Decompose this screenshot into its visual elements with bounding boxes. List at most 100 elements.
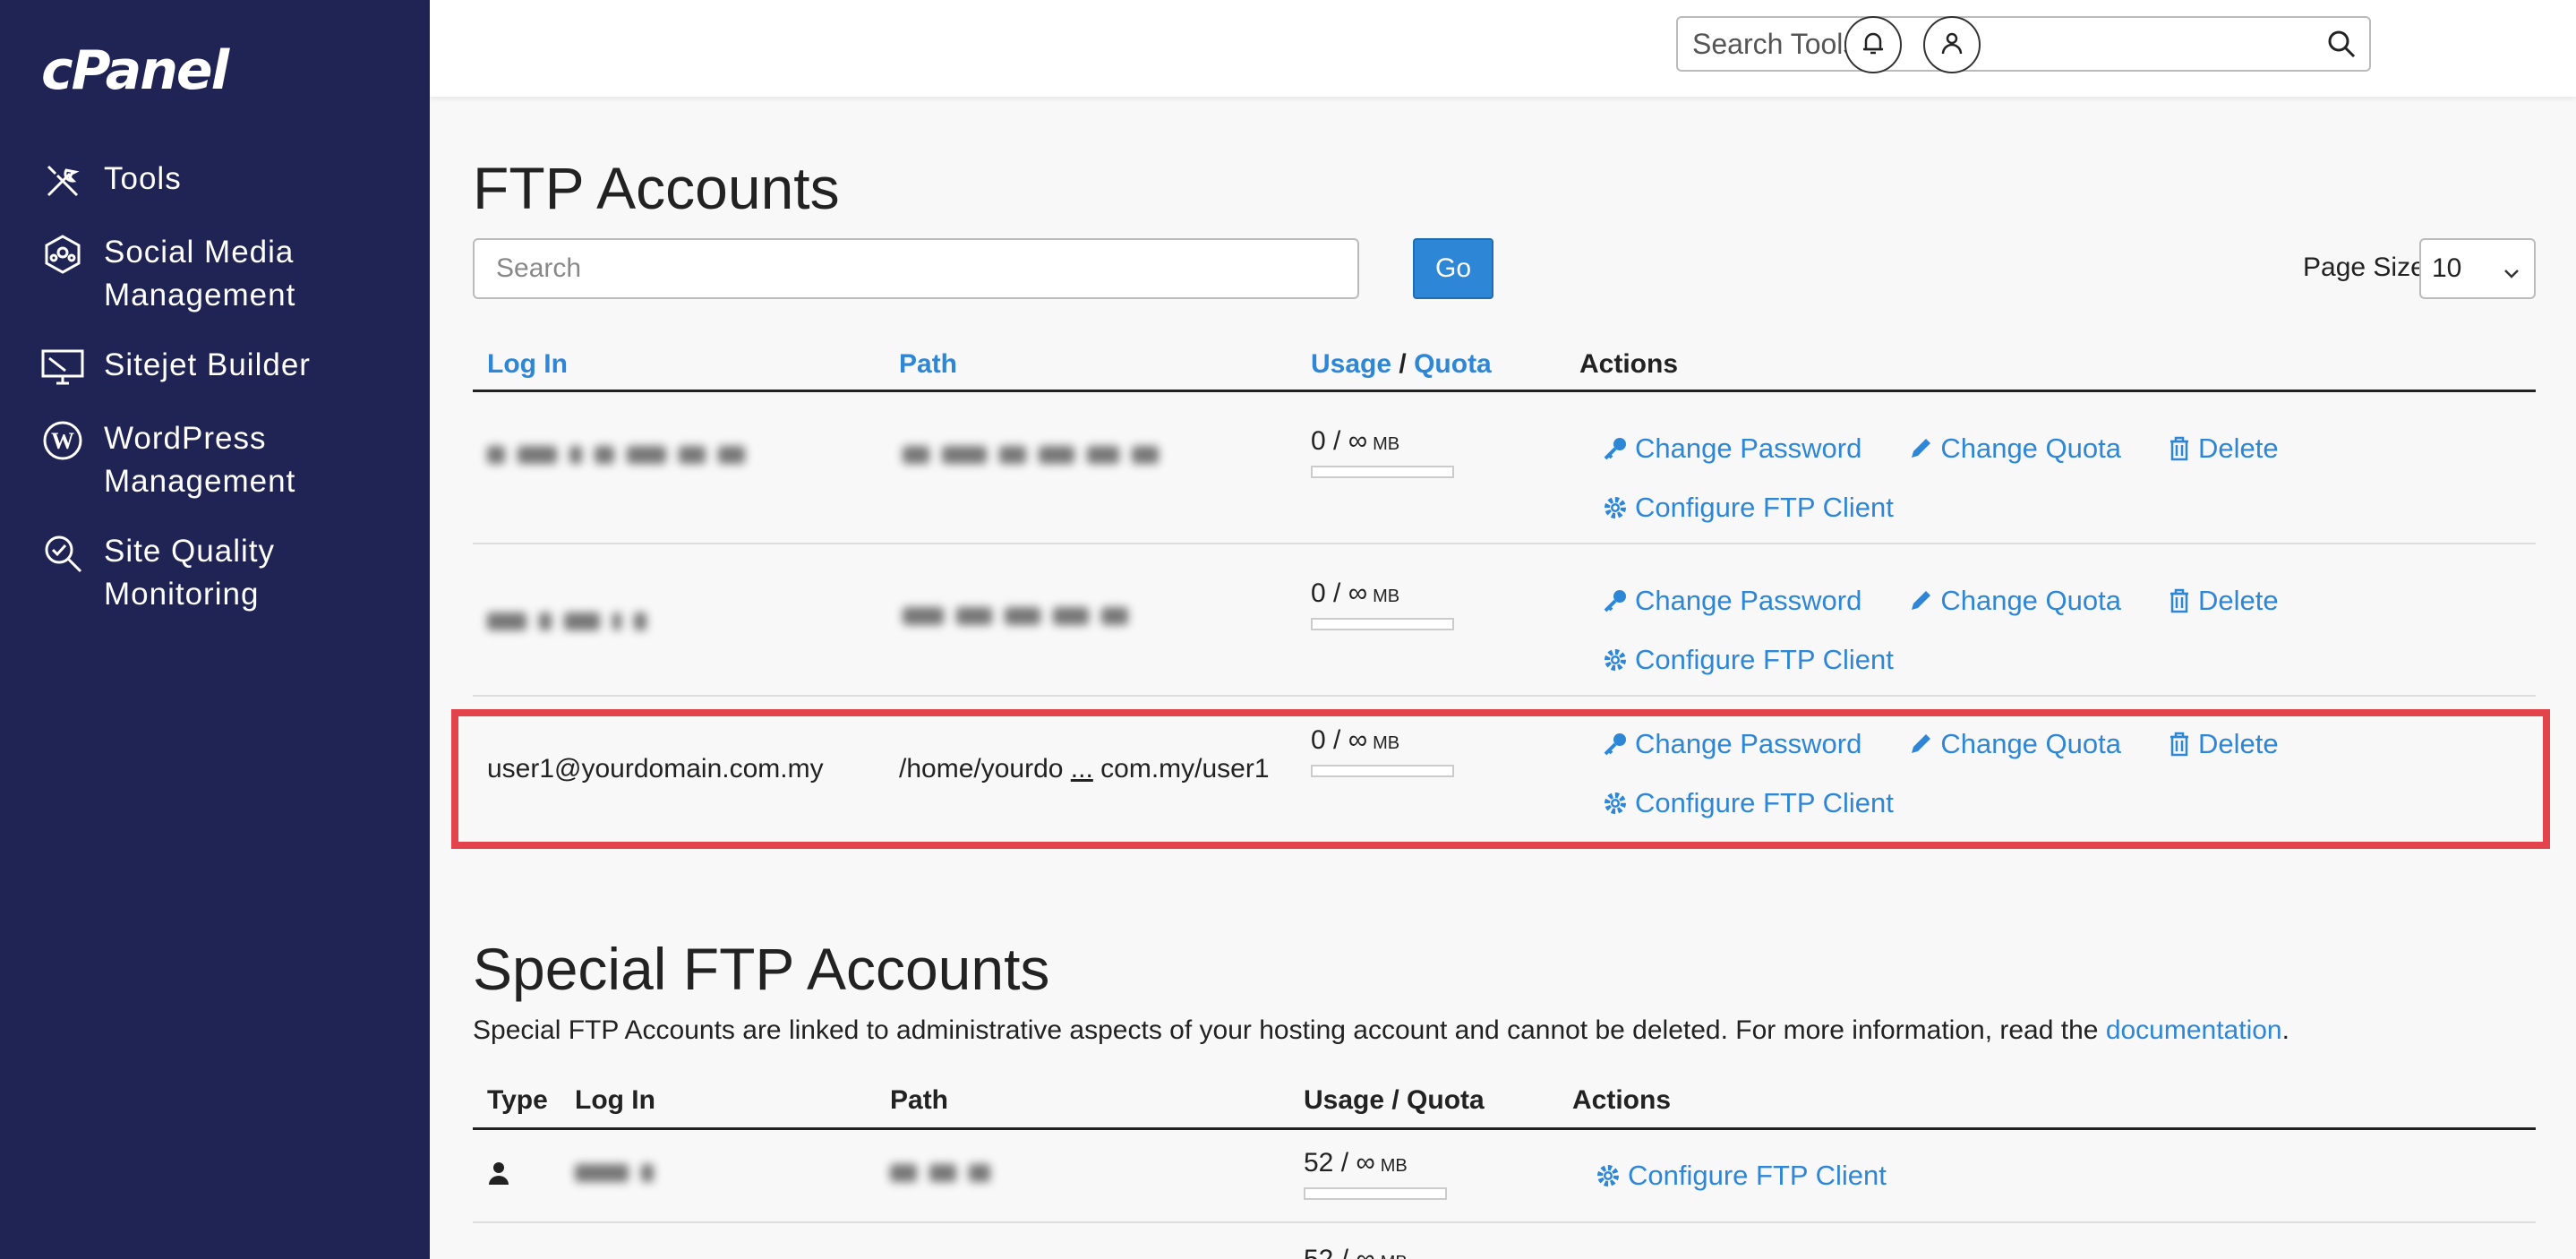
- sort-quota[interactable]: Quota: [1414, 349, 1492, 379]
- redacted-login: [487, 439, 757, 475]
- site-quality-icon: [39, 530, 86, 577]
- change-password-link[interactable]: Change Password: [1603, 585, 1861, 617]
- delete-link[interactable]: Delete: [2168, 433, 2279, 465]
- tools-icon: [39, 158, 86, 204]
- sidebar-item-label: Social Media Management: [104, 235, 296, 313]
- wordpress-icon: W: [39, 417, 86, 464]
- usage-unit: MB: [1381, 1253, 1408, 1259]
- go-button[interactable]: Go: [1413, 238, 1493, 299]
- change-quota-label: Change Quota: [1940, 585, 2121, 616]
- change-quota-link[interactable]: Change Quota: [1908, 585, 2121, 617]
- top-bar: [430, 0, 2576, 97]
- table-row: 0 / ∞ MB Change Password Change Quota Del…: [473, 392, 2536, 544]
- sidebar: cPanel Tools Social Media Management Sit…: [0, 0, 430, 1259]
- pencil-icon: [1912, 439, 1931, 458]
- chevron-down-icon: [2502, 260, 2521, 290]
- configure-ftp-client-link[interactable]: Configure FTP Client: [1603, 644, 1894, 676]
- highlight-box: [451, 709, 2550, 849]
- delete-link[interactable]: Delete: [2168, 585, 2279, 617]
- usage-value: 0 / ∞: [1311, 426, 1368, 456]
- configure-ftp-client-link[interactable]: Configure FTP Client: [1596, 1160, 1887, 1192]
- change-quota-link[interactable]: Change Quota: [1908, 433, 2121, 465]
- page-size-value: 10: [2432, 253, 2462, 283]
- search-tools-input[interactable]: [1678, 18, 2287, 70]
- cpanel-logo[interactable]: cPanel: [41, 39, 229, 102]
- table-row: 52 / ∞ MB Configure FTP Client: [473, 1130, 2536, 1223]
- usage-cell: 52 / ∞MB: [1304, 1148, 1447, 1200]
- key-icon: [1604, 438, 1626, 460]
- usage-unit: MB: [1373, 587, 1400, 606]
- usage-bar: [1311, 466, 1454, 478]
- sitejet-icon: [39, 344, 86, 390]
- sidebar-item-label: WordPress Management: [104, 421, 296, 499]
- user-icon: [1938, 30, 1965, 61]
- usage-bar: [1311, 618, 1454, 630]
- svg-text:W: W: [51, 428, 74, 454]
- sidebar-item-tools[interactable]: Tools: [39, 158, 415, 204]
- sidebar-item-wordpress[interactable]: W WordPress Management: [39, 417, 415, 503]
- usage-cell: 52 / ∞ MB: [1304, 1245, 1408, 1259]
- sort-path[interactable]: Path: [899, 349, 957, 380]
- redacted-login: [575, 1157, 666, 1193]
- user-menu-button[interactable]: [1923, 16, 1981, 73]
- change-password-label: Change Password: [1635, 433, 1862, 464]
- notifications-button[interactable]: [1844, 16, 1902, 73]
- usage-cell: 0 / ∞ MB: [1311, 426, 1454, 478]
- trash-icon: [2169, 588, 2188, 613]
- actions-header: Actions: [1572, 1085, 1672, 1115]
- delete-label: Delete: [2197, 433, 2279, 464]
- user-icon: [487, 1161, 510, 1193]
- usage-bar: [1304, 1187, 1447, 1200]
- special-desc-text: Special FTP Accounts are linked to admin…: [473, 1015, 2099, 1045]
- usage-unit: MB: [1380, 1156, 1408, 1176]
- special-ftp-title: Special FTP Accounts: [473, 936, 1050, 1002]
- redacted-path: [903, 600, 1141, 636]
- configure-ftp-client-link[interactable]: Configure FTP Client: [1603, 492, 1894, 524]
- search-tools-box: [1676, 16, 2371, 72]
- change-password-label: Change Password: [1635, 585, 1862, 616]
- sidebar-item-label: Tools: [104, 161, 182, 196]
- page-size-label: Page Size: [2303, 253, 2426, 282]
- bell-icon: [1860, 30, 1887, 61]
- header-slash: /: [1399, 349, 1407, 379]
- sort-usage[interactable]: Usage: [1311, 349, 1391, 379]
- usage-quota-header: Usage / Quota: [1311, 349, 1492, 380]
- usage-value: 52 / ∞: [1304, 1148, 1375, 1178]
- usage-value: 0 / ∞: [1311, 578, 1368, 608]
- actions-header: Actions: [1579, 349, 1679, 379]
- ftp-search-input[interactable]: [473, 238, 1359, 299]
- sidebar-nav: Tools Social Media Management Sitejet Bu…: [39, 158, 415, 643]
- ftp-table-header: Log In Path Usage / Quota Actions: [473, 337, 2536, 392]
- sidebar-item-site-quality[interactable]: Site Quality Monitoring: [39, 530, 415, 616]
- special-desc-end: .: [2281, 1015, 2289, 1045]
- row-actions: Change Password Change Quota Delete Conf…: [1603, 571, 2325, 689]
- table-row: 0 / ∞ MB Change Password Change Quota Del…: [473, 544, 2536, 697]
- special-ftp-description: Special FTP Accounts are linked to admin…: [473, 1015, 2289, 1046]
- row-actions: Configure FTP Client: [1596, 1146, 1933, 1205]
- usage-quota-header: Usage / Quota: [1304, 1085, 1485, 1115]
- sidebar-item-label: Sitejet Builder: [104, 347, 311, 382]
- page-size-select[interactable]: 10: [2419, 238, 2536, 299]
- redacted-path: [890, 1157, 1003, 1193]
- gear-icon: [1605, 497, 1626, 518]
- page-title: FTP Accounts: [473, 155, 840, 221]
- change-password-link[interactable]: Change Password: [1603, 433, 1861, 465]
- sidebar-item-sitejet[interactable]: Sitejet Builder: [39, 344, 415, 390]
- search-icon[interactable]: [2326, 29, 2357, 64]
- change-quota-label: Change Quota: [1940, 433, 2121, 464]
- sort-login[interactable]: Log In: [487, 349, 568, 380]
- type-header: Type: [487, 1085, 548, 1115]
- path-header: Path: [890, 1085, 949, 1115]
- usage-value: 52 / ∞: [1304, 1245, 1375, 1259]
- sidebar-item-social-media[interactable]: Social Media Management: [39, 231, 415, 317]
- sidebar-item-label: Site Quality Monitoring: [104, 534, 275, 612]
- pencil-icon: [1912, 591, 1931, 610]
- configure-ftp-client-label: Configure FTP Client: [1628, 1160, 1887, 1191]
- documentation-link[interactable]: documentation: [2106, 1015, 2282, 1045]
- table-row: 52 / ∞ MB: [473, 1223, 2536, 1259]
- gear-icon: [1597, 1165, 1619, 1186]
- gear-icon: [1605, 649, 1626, 671]
- redacted-login: [487, 605, 659, 641]
- trash-icon: [2169, 436, 2188, 461]
- redacted-path: [903, 439, 1171, 475]
